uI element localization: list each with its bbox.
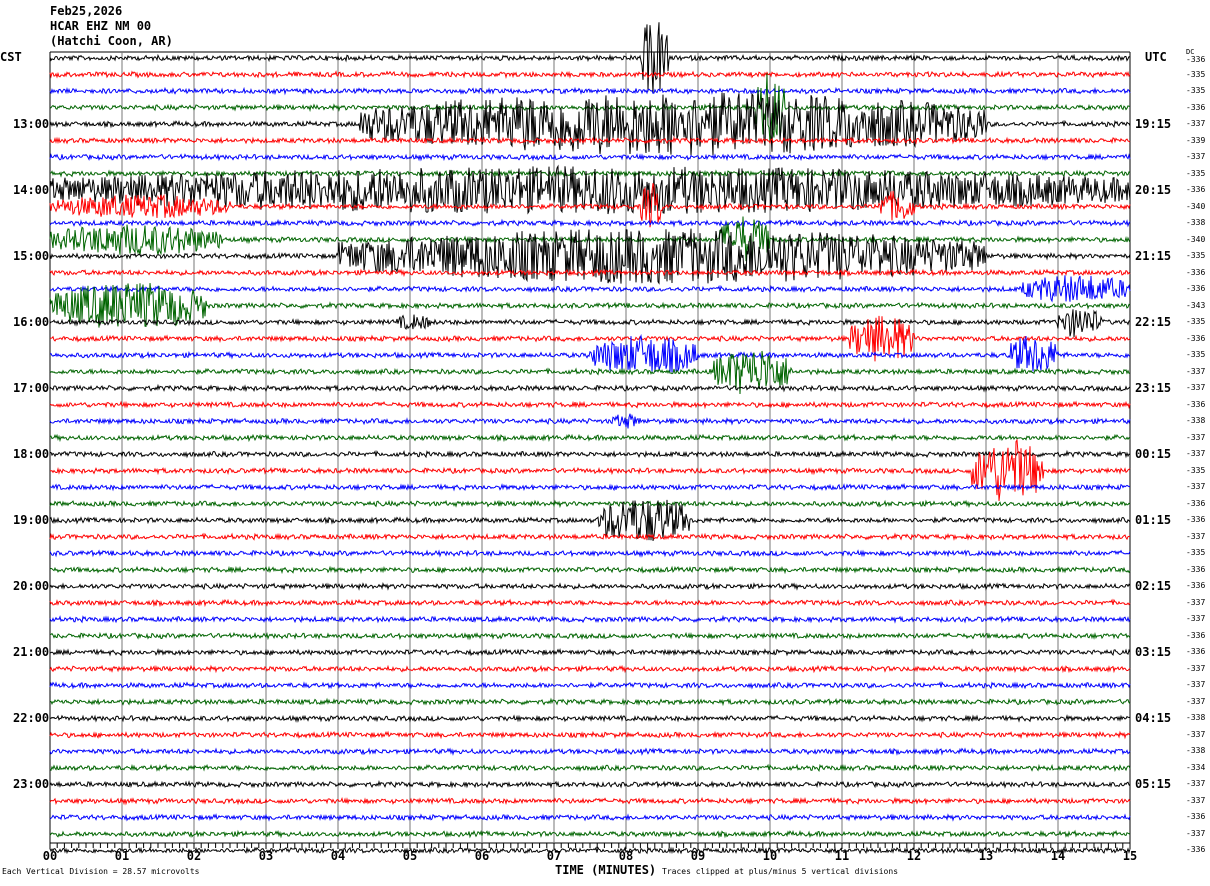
seismic-trace — [49, 136, 1131, 145]
seismic-trace — [49, 218, 1131, 228]
seismic-trace — [49, 309, 1131, 338]
seismic-trace — [49, 714, 1131, 723]
seismic-trace — [49, 829, 1131, 839]
seismic-trace — [49, 697, 1131, 707]
seismic-trace — [49, 413, 1131, 429]
seismic-trace — [49, 648, 1131, 657]
seismic-trace — [49, 438, 1131, 501]
seismic-trace — [49, 70, 1131, 79]
seismic-trace — [49, 549, 1131, 558]
seismic-trace — [49, 22, 1131, 94]
seismic-trace — [49, 482, 1131, 492]
seismic-trace — [49, 153, 1131, 162]
seismic-trace — [50, 449, 1131, 459]
seismic-trace — [50, 631, 1131, 641]
seismic-trace — [49, 598, 1131, 608]
seismic-trace — [49, 86, 1131, 96]
x-axis-label: TIME (MINUTES) — [555, 863, 657, 877]
seismic-trace — [49, 582, 1131, 591]
clip-note: Traces clipped at plus/minus 5 vertical … — [662, 867, 899, 876]
seismic-trace — [49, 92, 1131, 156]
seismic-trace — [49, 779, 1131, 789]
seismic-trace — [49, 565, 1131, 575]
helicorder-plot — [49, 22, 1131, 855]
seismic-trace — [49, 614, 1131, 624]
seismic-trace — [49, 796, 1131, 806]
seismic-trace — [49, 730, 1131, 740]
seismic-trace — [49, 763, 1131, 772]
seismic-trace — [49, 275, 1131, 303]
seismic-trace — [49, 433, 1131, 443]
seismic-trace — [49, 333, 1131, 373]
seismic-trace — [49, 268, 1131, 278]
seismic-trace — [49, 846, 1131, 855]
seismic-trace — [49, 664, 1131, 674]
seismic-trace — [49, 747, 1131, 756]
division-note: Each Vertical Division = 28.57 microvolt… — [2, 867, 200, 876]
seismic-trace — [49, 383, 1131, 393]
seismic-trace — [49, 532, 1130, 542]
seismic-trace — [49, 499, 1131, 541]
seismic-trace — [49, 813, 1131, 822]
seismic-trace — [49, 499, 1131, 509]
seismic-trace — [49, 228, 1131, 285]
seismic-trace — [50, 169, 1131, 178]
seismic-trace — [49, 680, 1131, 690]
seismic-trace — [49, 400, 1131, 410]
